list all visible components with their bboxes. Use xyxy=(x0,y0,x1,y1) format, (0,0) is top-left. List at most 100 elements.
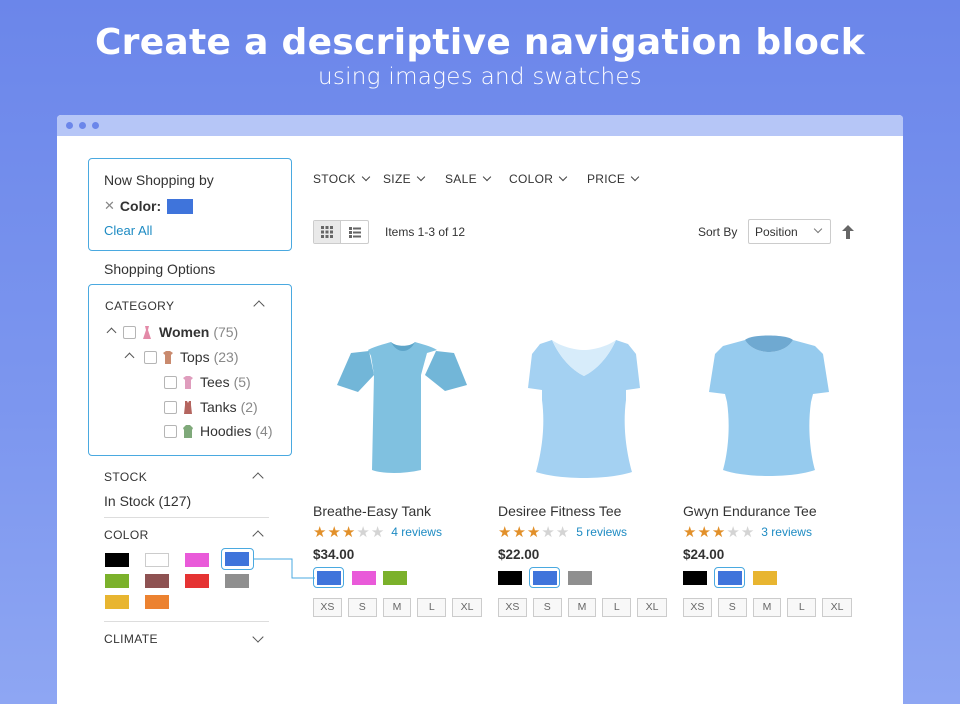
category-item-tanks[interactable]: Tanks (2) xyxy=(164,397,258,417)
product-name[interactable]: Desiree Fitness Tee xyxy=(498,503,673,519)
category-item-tops[interactable]: Tops (23) xyxy=(144,347,238,367)
active-filter-swatch xyxy=(167,198,194,214)
checkbox[interactable] xyxy=(164,400,177,414)
chevron-up-icon[interactable] xyxy=(252,530,264,542)
browser-window: Now Shopping by ✕ Color: Clear All Shopp… xyxy=(57,115,903,704)
filter-size[interactable]: SIZE xyxy=(383,172,426,186)
expand-women-icon[interactable] xyxy=(106,327,117,338)
product-card: Desiree Fitness Tee ★ ★ ★ ★ ★ 5 reviews $22.… xyxy=(498,330,673,617)
product-swatch[interactable] xyxy=(568,571,592,585)
product-swatch[interactable] xyxy=(498,571,522,585)
reviews-link[interactable]: 4 reviews xyxy=(391,525,442,539)
size-l[interactable]: L xyxy=(787,598,817,617)
reviews-link[interactable]: 3 reviews xyxy=(761,525,812,539)
filter-sale[interactable]: SALE xyxy=(445,172,492,186)
view-mode-switcher xyxy=(313,220,369,244)
size-s[interactable]: S xyxy=(717,598,747,617)
stock-option[interactable]: In Stock (127) xyxy=(104,493,191,509)
product-name[interactable]: Breathe-Easy Tank xyxy=(313,503,488,519)
checkbox[interactable] xyxy=(164,375,177,389)
product-swatches xyxy=(498,567,673,589)
product-swatch[interactable] xyxy=(317,571,341,585)
product-price: $24.00 xyxy=(683,547,725,562)
product-image[interactable] xyxy=(498,330,673,488)
star-icon: ★ xyxy=(498,523,512,541)
checkbox[interactable] xyxy=(164,424,177,438)
star-icon: ★ xyxy=(541,523,555,541)
chevron-up-icon[interactable] xyxy=(252,472,264,484)
product-swatch[interactable] xyxy=(352,571,376,585)
size-s[interactable]: S xyxy=(532,598,562,617)
sort-select[interactable]: Position xyxy=(748,219,831,244)
filter-color[interactable]: COLOR xyxy=(509,172,568,186)
product-swatch[interactable] xyxy=(753,571,777,585)
remove-filter-icon[interactable]: ✕ xyxy=(104,198,115,214)
grid-icon xyxy=(321,226,333,238)
color-swatch[interactable] xyxy=(185,553,209,567)
items-count: Items 1-3 of 12 xyxy=(385,225,466,239)
size-xl[interactable]: XL xyxy=(637,598,667,617)
product-swatch[interactable] xyxy=(533,571,557,585)
color-swatch[interactable] xyxy=(105,574,129,588)
window-dot[interactable] xyxy=(79,122,86,129)
climate-title: CLIMATE xyxy=(104,632,158,646)
star-icon: ★ xyxy=(370,523,385,541)
size-options: XS S M L XL xyxy=(498,598,673,617)
size-m[interactable]: M xyxy=(382,598,412,617)
product-swatch[interactable] xyxy=(718,571,742,585)
list-view-button[interactable] xyxy=(341,221,368,243)
reviews-link[interactable]: 5 reviews xyxy=(576,525,627,539)
star-icon: ★ xyxy=(555,523,570,541)
checkbox[interactable] xyxy=(144,350,157,364)
chevron-up-icon[interactable] xyxy=(253,300,265,312)
color-swatch[interactable] xyxy=(145,574,169,588)
chevron-down-icon[interactable] xyxy=(252,631,264,643)
product-name[interactable]: Gwyn Endurance Tee xyxy=(683,503,858,519)
size-s[interactable]: S xyxy=(347,598,377,617)
chevron-down-icon xyxy=(482,172,492,182)
product-card: Breathe-Easy Tank ★ ★ ★ ★ ★ 4 reviews $34.00… xyxy=(313,330,488,617)
grid-view-button[interactable] xyxy=(314,221,342,243)
product-image[interactable] xyxy=(313,330,488,488)
product-image[interactable] xyxy=(683,330,858,488)
star-icon: ★ xyxy=(512,523,526,541)
category-item-hoodies[interactable]: Hoodies (4) xyxy=(164,421,273,441)
product-rating: ★ ★ ★ ★ ★ 4 reviews xyxy=(313,524,488,540)
size-m[interactable]: M xyxy=(752,598,782,617)
size-xs[interactable]: XS xyxy=(683,598,712,617)
expand-tops-icon[interactable] xyxy=(124,352,135,363)
sort-direction-arrow-icon[interactable] xyxy=(841,224,855,240)
clear-all-link[interactable]: Clear All xyxy=(104,223,152,238)
size-m[interactable]: M xyxy=(567,598,597,617)
color-swatch[interactable] xyxy=(225,552,249,566)
browser-title-bar xyxy=(57,115,903,136)
color-swatch[interactable] xyxy=(145,553,169,567)
window-dot[interactable] xyxy=(92,122,99,129)
category-item-women[interactable]: Women (75) xyxy=(123,322,238,342)
star-icon: ★ xyxy=(697,523,711,541)
tank-icon xyxy=(184,400,192,414)
filter-stock[interactable]: STOCK xyxy=(313,172,370,186)
product-swatch[interactable] xyxy=(683,571,707,585)
chevron-down-icon xyxy=(558,172,568,182)
color-swatch[interactable] xyxy=(225,574,249,588)
size-l[interactable]: L xyxy=(417,598,447,617)
chevron-down-icon xyxy=(813,224,823,234)
color-swatch[interactable] xyxy=(105,553,129,567)
size-xs[interactable]: XS xyxy=(498,598,527,617)
color-swatch[interactable] xyxy=(105,595,129,609)
filter-price[interactable]: PRICE xyxy=(587,172,640,186)
product-rating: ★ ★ ★ ★ ★ 5 reviews xyxy=(498,524,673,540)
checkbox[interactable] xyxy=(123,325,136,339)
size-xl[interactable]: XL xyxy=(822,598,852,617)
product-swatch[interactable] xyxy=(383,571,407,585)
size-l[interactable]: L xyxy=(602,598,632,617)
star-icon: ★ xyxy=(356,523,370,541)
size-xl[interactable]: XL xyxy=(452,598,482,617)
size-xs[interactable]: XS xyxy=(313,598,342,617)
window-dot[interactable] xyxy=(66,122,73,129)
product-rating: ★ ★ ★ ★ ★ 3 reviews xyxy=(683,524,858,540)
color-swatch[interactable] xyxy=(185,574,209,588)
category-item-tees[interactable]: Tees (5) xyxy=(164,372,251,392)
color-swatch[interactable] xyxy=(145,595,169,609)
